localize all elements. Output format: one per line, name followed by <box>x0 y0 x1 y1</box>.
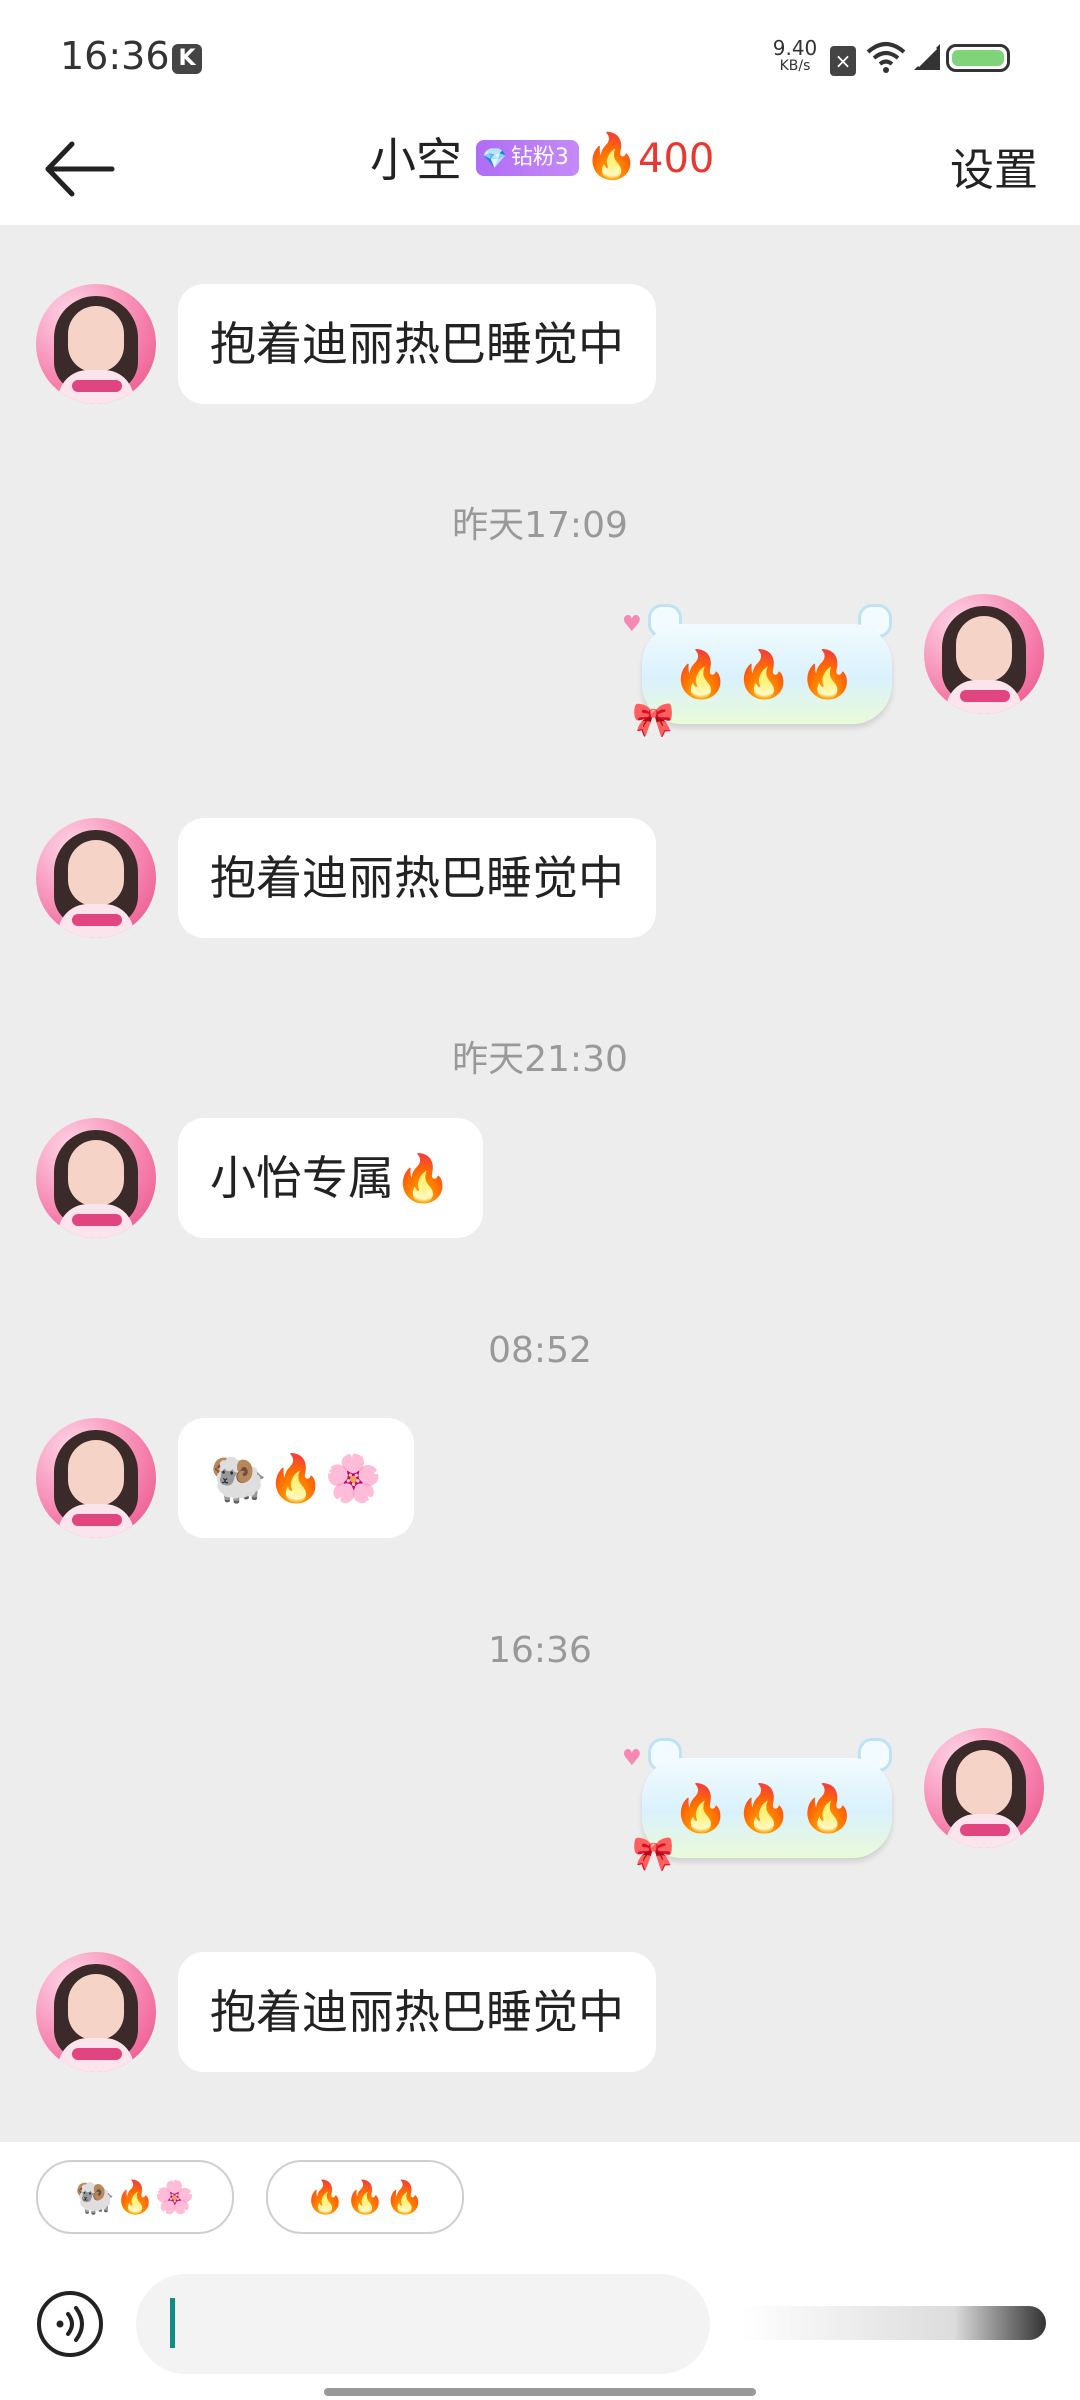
send-button[interactable] <box>740 2306 1046 2340</box>
contact-avatar[interactable] <box>36 1418 156 1538</box>
settings-button[interactable]: 设置 <box>950 134 1038 198</box>
contact-avatar[interactable] <box>36 818 156 938</box>
message-bubble[interactable]: 小怡专属🔥 <box>178 1118 484 1238</box>
contact-avatar[interactable] <box>36 1952 156 2072</box>
text-caret <box>170 2298 175 2348</box>
input-bar <box>0 2252 1080 2400</box>
network-speed: 9.40 KB/s <box>770 38 820 74</box>
status-bar: 16:36 K 9.40 KB/s × <box>0 0 1080 110</box>
contact-avatar[interactable] <box>36 1118 156 1238</box>
network-speed-value: 9.40 <box>772 36 818 60</box>
timestamp: 昨天17:09 <box>452 505 628 546</box>
battery-icon <box>946 44 1010 72</box>
diamond-icon: 💎 <box>482 146 507 170</box>
quick-reply-chip[interactable]: 🐏🔥🌸 <box>36 2160 234 2234</box>
fan-level-badge: 💎 钻粉3 <box>476 140 579 176</box>
network-speed-unit: KB/s <box>779 58 811 74</box>
chat-header: 小空 💎 钻粉3 🔥 400 设置 <box>0 110 1080 225</box>
message-bubble[interactable]: 抱着迪丽热巴睡觉中 <box>178 284 656 404</box>
fire-streak-icon: 🔥 <box>584 131 639 182</box>
app-notification-icon: K <box>172 44 202 74</box>
message-bubble[interactable]: 🔥🔥🔥 <box>642 1758 892 1858</box>
message-bubble[interactable]: 抱着迪丽热巴睡觉中 <box>178 818 656 938</box>
timestamp: 16:36 <box>488 1630 592 1671</box>
streak-count: 400 <box>638 136 715 182</box>
voice-input-icon[interactable] <box>36 2290 104 2358</box>
bow-icon: 🎀 <box>632 700 675 740</box>
bow-icon: 🎀 <box>632 1834 675 1874</box>
quick-reply-chip[interactable]: 🔥🔥🔥 <box>266 2160 464 2234</box>
message-bubble[interactable]: 抱着迪丽热巴睡觉中 <box>178 1952 656 2072</box>
timestamp: 08:52 <box>488 1330 592 1371</box>
message-bubble[interactable]: 🔥🔥🔥 <box>642 624 892 724</box>
contact-avatar[interactable] <box>36 284 156 404</box>
timestamp: 昨天21:30 <box>452 1039 628 1080</box>
heart-icon: ♥ <box>622 612 642 637</box>
home-indicator[interactable] <box>324 2388 756 2396</box>
status-time: 16:36 <box>60 34 170 78</box>
chat-title[interactable]: 小空 <box>370 124 462 190</box>
message-bubble[interactable]: 🐏🔥🌸 <box>178 1418 414 1538</box>
no-sim-icon: × <box>830 46 856 76</box>
fan-level-label: 钻粉3 <box>510 145 569 170</box>
quick-reply-bar: 🐏🔥🌸 🔥🔥🔥 <box>0 2142 1080 2252</box>
message-input[interactable] <box>136 2274 710 2374</box>
heart-icon: ♥ <box>622 1746 642 1771</box>
back-arrow-icon[interactable] <box>40 134 120 204</box>
self-avatar[interactable] <box>924 1728 1044 1848</box>
wifi-icon <box>866 42 906 73</box>
self-avatar[interactable] <box>924 594 1044 714</box>
signal-icon <box>914 44 940 70</box>
